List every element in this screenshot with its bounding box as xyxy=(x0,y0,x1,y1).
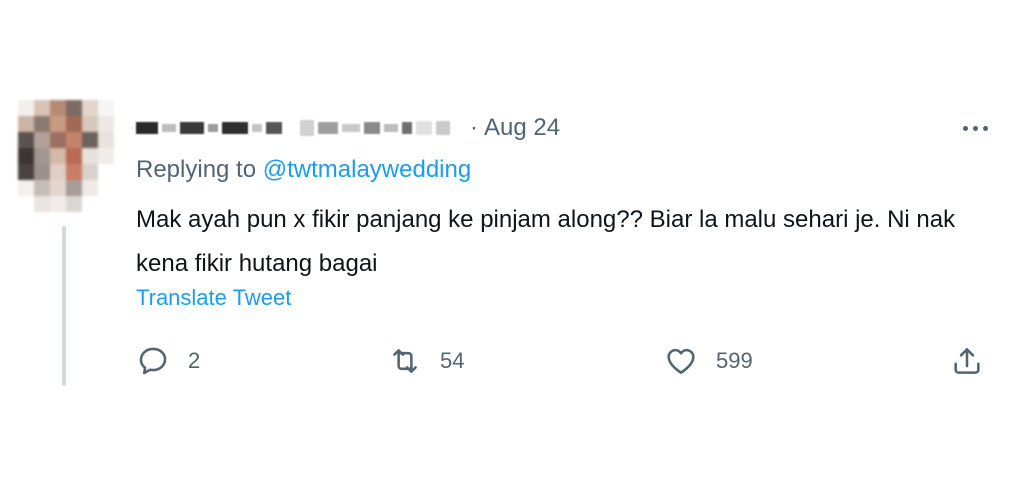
retweet-count: 54 xyxy=(440,348,465,373)
retweet-icon xyxy=(393,349,417,373)
like-button[interactable]: 599 xyxy=(664,344,753,378)
reply-count: 2 xyxy=(188,348,201,373)
more-options-icon[interactable] xyxy=(963,116,988,140)
tweet-text: Mak ayah pun x fikir panjang ke pinjam a… xyxy=(136,206,956,277)
redacted-display-name[interactable] xyxy=(136,122,282,134)
reply-button[interactable]: 2 xyxy=(136,344,200,378)
tweet-action-bar: 2 54 599 xyxy=(0,344,1018,384)
tweet-date[interactable]: Aug 24 xyxy=(484,114,560,142)
translate-tweet-link[interactable]: Translate Tweet xyxy=(136,285,291,311)
replying-handle-link[interactable]: @twtmalaywedding xyxy=(263,156,471,183)
share-button[interactable] xyxy=(950,344,984,378)
tweet-header: · Aug 24 xyxy=(136,110,560,146)
like-count: 599 xyxy=(716,348,753,373)
replying-prefix: Replying to xyxy=(136,156,257,183)
reply-bubble-icon xyxy=(139,347,167,375)
share-icon xyxy=(954,348,980,374)
retweet-button[interactable]: 54 xyxy=(388,344,464,378)
avatar[interactable] xyxy=(18,100,114,214)
header-separator: · xyxy=(470,114,478,141)
replying-to-line: Replying to @twtmalaywedding xyxy=(136,156,471,184)
heart-icon xyxy=(667,348,695,374)
redacted-username[interactable] xyxy=(300,120,450,136)
